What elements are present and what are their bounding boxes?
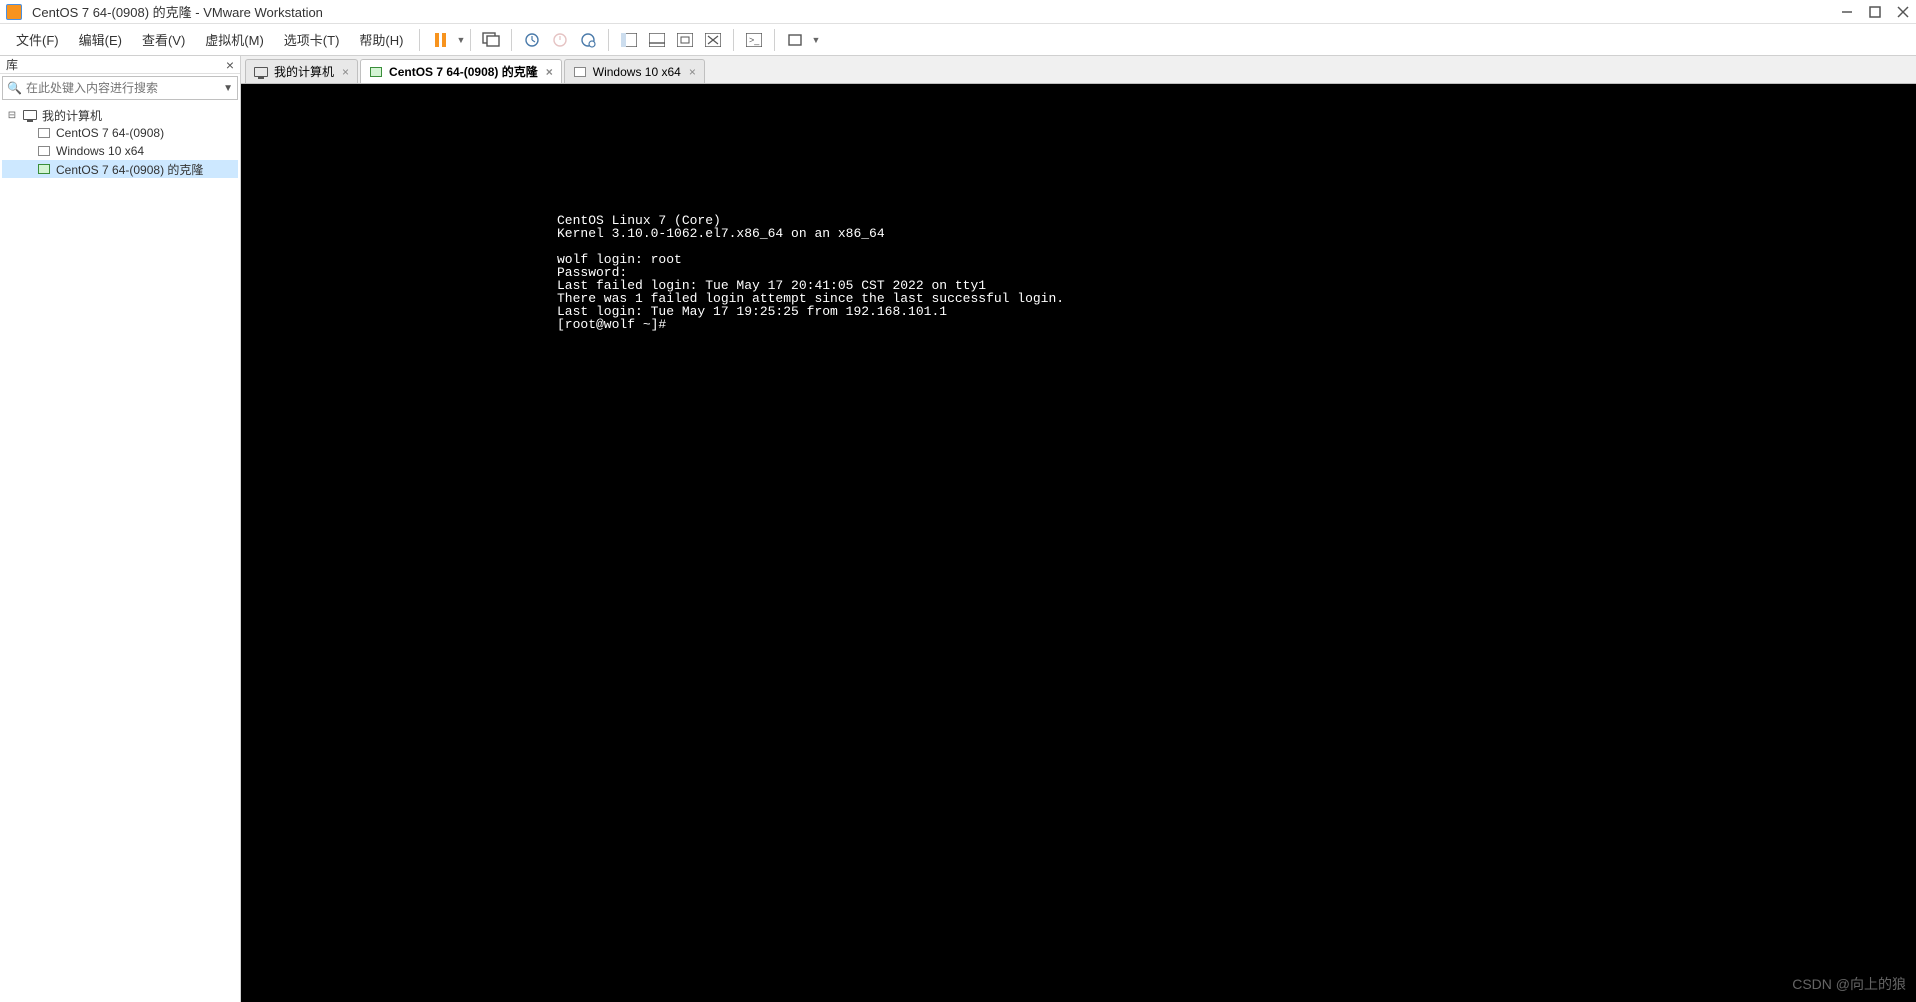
fullscreen-icon [677,33,693,47]
console-icon: >_ [746,33,762,47]
menu-tabs[interactable]: 选项卡(T) [274,26,350,53]
menu-file[interactable]: 文件(F) [6,26,69,53]
maximize-button[interactable] [1868,5,1882,19]
search-dropdown-icon[interactable]: ▼ [223,83,233,94]
tab-label: Windows 10 x64 [593,65,681,79]
vm-icon [36,144,52,158]
tab-windows10[interactable]: Windows 10 x64 × [564,59,705,83]
close-button[interactable] [1896,5,1910,19]
layout-bottom-button[interactable] [644,27,670,53]
search-input[interactable] [26,81,223,95]
monitor-icon [482,32,500,48]
sidebar-search[interactable]: 🔍 ▼ [2,76,238,100]
dropdown-arrow-icon[interactable]: ▼ [456,35,464,45]
tab-centos-clone[interactable]: CentOS 7 64-(0908) 的克隆 × [360,59,562,83]
tree-item-centos[interactable]: CentOS 7 64-(0908) [2,124,238,142]
toggle-collapse-icon[interactable]: ⊟ [6,110,18,121]
watermark: CSDN @向上的狼 [1792,974,1906,994]
library-sidebar: 库 × 🔍 ▼ ⊟ 我的计算机 CentOS 7 64-(0908) Windo… [0,56,241,1002]
computer-icon [22,108,38,122]
vm-running-icon [369,66,383,78]
layout-sidebar-button[interactable] [616,27,642,53]
stretch-button[interactable] [782,27,808,53]
pause-button[interactable] [427,27,453,53]
menu-bar: 文件(F) 编辑(E) 查看(V) 虚拟机(M) 选项卡(T) 帮助(H) ▼ … [0,24,1916,56]
vm-console[interactable]: CentOS Linux 7 (Core) Kernel 3.10.0-1062… [241,84,1916,1002]
stretch-icon [787,33,803,47]
menu-vm[interactable]: 虚拟机(M) [195,26,274,53]
fullscreen-button[interactable] [672,27,698,53]
title-bar: CentOS 7 64-(0908) 的克隆 - VMware Workstat… [0,0,1916,24]
separator [419,29,420,51]
clock-icon [524,32,540,48]
tab-close-icon[interactable]: × [689,65,696,79]
home-icon [254,66,268,78]
window-controls [1840,5,1910,19]
tree-item-label: CentOS 7 64-(0908) 的克隆 [56,161,203,178]
vm-tree: ⊟ 我的计算机 CentOS 7 64-(0908) Windows 10 x6… [0,102,240,1002]
tree-item-label: 我的计算机 [42,107,102,124]
tab-label: CentOS 7 64-(0908) 的克隆 [389,63,538,80]
send-ctrl-alt-del-button[interactable] [478,27,504,53]
unity-icon [705,33,721,47]
minimize-button[interactable] [1840,5,1854,19]
main-area: 我的计算机 × CentOS 7 64-(0908) 的克隆 × Windows… [241,56,1916,1002]
vm-running-icon [36,162,52,176]
clock-manager-icon [580,32,596,48]
tree-item-centos-clone[interactable]: CentOS 7 64-(0908) 的克隆 [2,160,238,178]
tree-item-windows10[interactable]: Windows 10 x64 [2,142,238,160]
menu-edit[interactable]: 编辑(E) [69,26,132,53]
unity-button[interactable] [700,27,726,53]
tree-root-my-computer[interactable]: ⊟ 我的计算机 [2,106,238,124]
vmware-app-icon [6,4,22,20]
terminal-line: [root@wolf ~]# [557,317,666,332]
separator [774,29,775,51]
layout-sidebar-icon [621,33,637,47]
tree-item-label: CentOS 7 64-(0908) [56,126,164,140]
separator [470,29,471,51]
vm-icon [36,126,52,140]
revert-snapshot-button[interactable] [547,27,573,53]
tab-close-icon[interactable]: × [342,65,349,79]
tab-my-computer[interactable]: 我的计算机 × [245,59,358,83]
menu-view[interactable]: 查看(V) [132,26,195,53]
sidebar-header: 库 × [0,56,240,74]
clock-revert-icon [552,32,568,48]
sidebar-title: 库 [6,56,226,73]
separator [608,29,609,51]
snapshot-button[interactable] [519,27,545,53]
vm-icon [573,66,587,78]
dropdown-arrow-icon[interactable]: ▼ [811,35,819,45]
sidebar-close-button[interactable]: × [226,57,234,73]
tab-label: 我的计算机 [274,63,334,80]
console-view-button[interactable]: >_ [741,27,767,53]
tree-item-label: Windows 10 x64 [56,144,144,158]
window-title: CentOS 7 64-(0908) 的克隆 - VMware Workstat… [32,2,1840,21]
separator [733,29,734,51]
tab-bar: 我的计算机 × CentOS 7 64-(0908) 的克隆 × Windows… [241,56,1916,84]
separator [511,29,512,51]
pause-icon [435,33,446,47]
terminal-line: Kernel 3.10.0-1062.el7.x86_64 on an x86_… [557,226,885,241]
tab-close-icon[interactable]: × [546,65,553,79]
svg-text:>_: >_ [749,35,760,45]
snapshot-manager-button[interactable] [575,27,601,53]
menu-help[interactable]: 帮助(H) [349,26,413,53]
search-icon: 🔍 [7,81,22,95]
layout-bottom-icon [649,33,665,47]
